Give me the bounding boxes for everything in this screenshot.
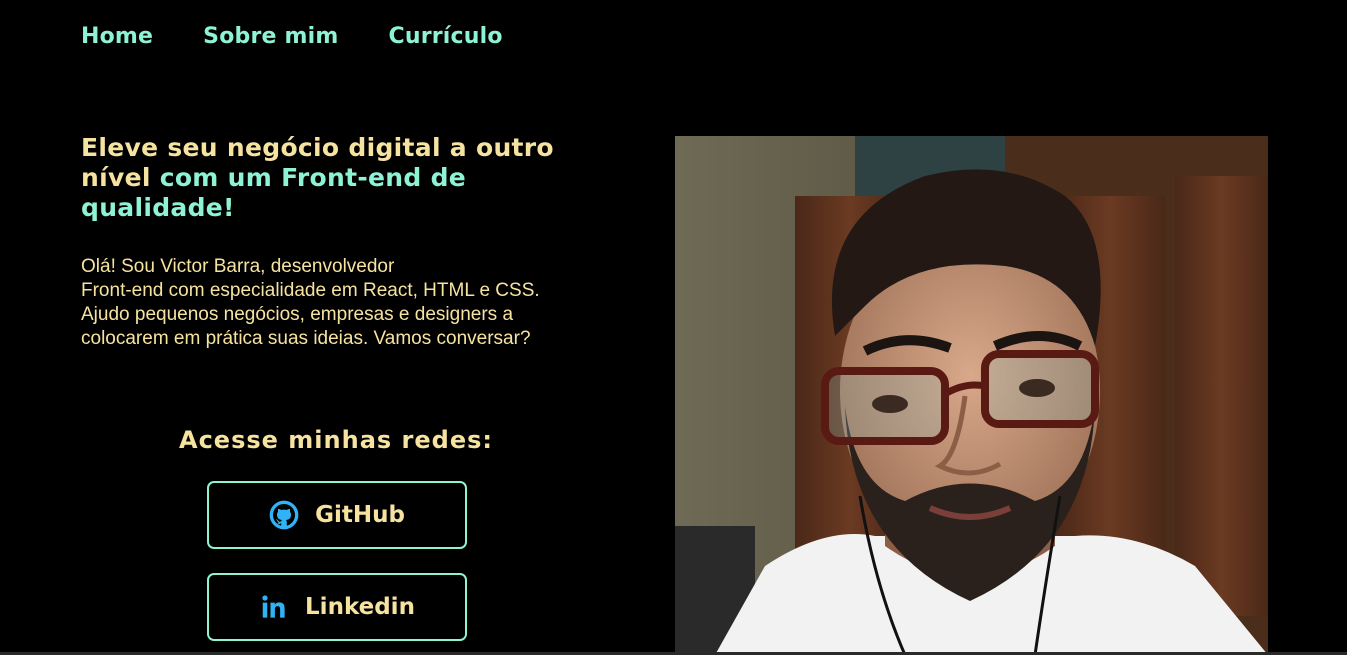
intro-line: colocarem em prática suas ideias. Vamos … — [81, 328, 531, 349]
top-nav: Home Sobre mim Currículo — [81, 24, 503, 49]
nav-home-link[interactable]: Home — [81, 24, 153, 49]
intro-line: Front-end com especialidade em React, HT… — [81, 280, 540, 325]
intro-line: Olá! Sou Victor Barra, desenvolvedor — [81, 256, 395, 277]
social-title: Acesse minhas redes: — [179, 426, 493, 454]
nav-about-link[interactable]: Sobre mim — [203, 24, 338, 49]
github-icon — [269, 500, 299, 530]
linkedin-button[interactable]: Linkedin — [207, 573, 467, 641]
profile-photo — [675, 136, 1268, 655]
linkedin-button-label: Linkedin — [305, 594, 415, 620]
hero-headline: Eleve seu negócio digital a outro nível … — [81, 133, 611, 223]
github-button-label: GitHub — [315, 502, 405, 528]
github-button[interactable]: GitHub — [207, 481, 467, 549]
hero-intro: Olá! Sou Victor Barra, desenvolvedor Fro… — [81, 255, 581, 351]
linkedin-icon — [259, 592, 289, 622]
nav-resume-link[interactable]: Currículo — [389, 24, 503, 49]
